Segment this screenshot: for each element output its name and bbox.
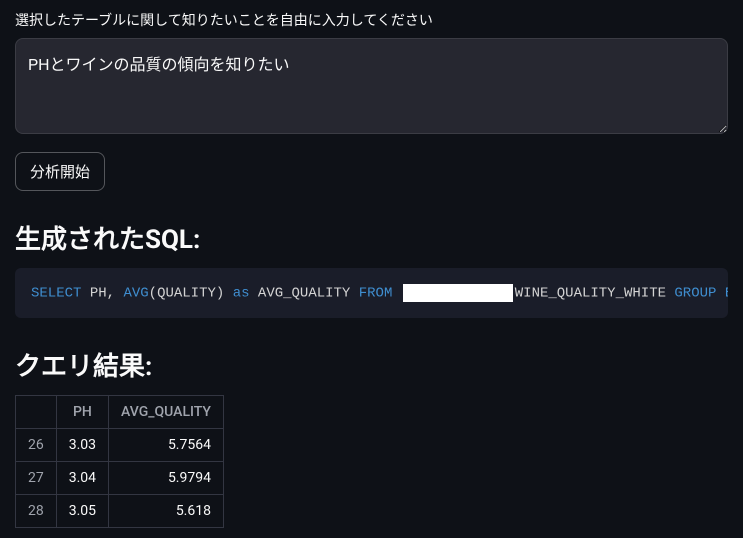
- col-header-avg: AVG_QUALITY: [109, 396, 224, 429]
- col-header-ph: PH: [56, 396, 108, 429]
- sql-col-ph: PH,: [90, 286, 115, 302]
- sql-table-suffix: WINE_QUALITY_WHITE: [515, 286, 666, 302]
- row-index: 28: [16, 495, 57, 528]
- query-results-heading: クエリ結果:: [15, 346, 728, 383]
- results-table: PH AVG_QUALITY 26 3.03 5.7564 27 3.04 5.…: [15, 395, 224, 528]
- row-index: 26: [16, 429, 57, 462]
- table-row: 26 3.03 5.7564: [16, 429, 224, 462]
- sql-keyword-from: FROM: [359, 286, 393, 302]
- table-row: 27 3.04 5.9794: [16, 462, 224, 495]
- sql-keyword-groupby: GROUP BY: [674, 286, 728, 302]
- sql-alias: AVG_QUALITY: [258, 286, 350, 302]
- cell-ph: 3.03: [56, 429, 108, 462]
- row-index: 27: [16, 462, 57, 495]
- sql-keyword-as: as: [233, 286, 250, 302]
- analyze-button[interactable]: 分析開始: [15, 152, 105, 191]
- cell-avg: 5.618: [109, 495, 224, 528]
- textarea-label: 選択したテーブルに関して知りたいことを自由に入力してください: [15, 10, 728, 30]
- generated-sql-heading: 生成されたSQL:: [15, 219, 728, 256]
- table-header-row: PH AVG_QUALITY: [16, 396, 224, 429]
- sql-code-block: SELECT PH, AVG(QUALITY) as AVG_QUALITY F…: [15, 268, 728, 318]
- cell-ph: 3.05: [56, 495, 108, 528]
- cell-avg: 5.7564: [109, 429, 224, 462]
- sql-keyword-select: SELECT: [31, 286, 81, 302]
- sql-quality-paren: (QUALITY): [149, 286, 225, 302]
- redacted-block: [403, 284, 513, 302]
- sql-func-avg: AVG: [123, 286, 148, 302]
- query-textarea[interactable]: [15, 38, 728, 134]
- cell-avg: 5.9794: [109, 462, 224, 495]
- table-corner: [16, 396, 57, 429]
- cell-ph: 3.04: [56, 462, 108, 495]
- table-row: 28 3.05 5.618: [16, 495, 224, 528]
